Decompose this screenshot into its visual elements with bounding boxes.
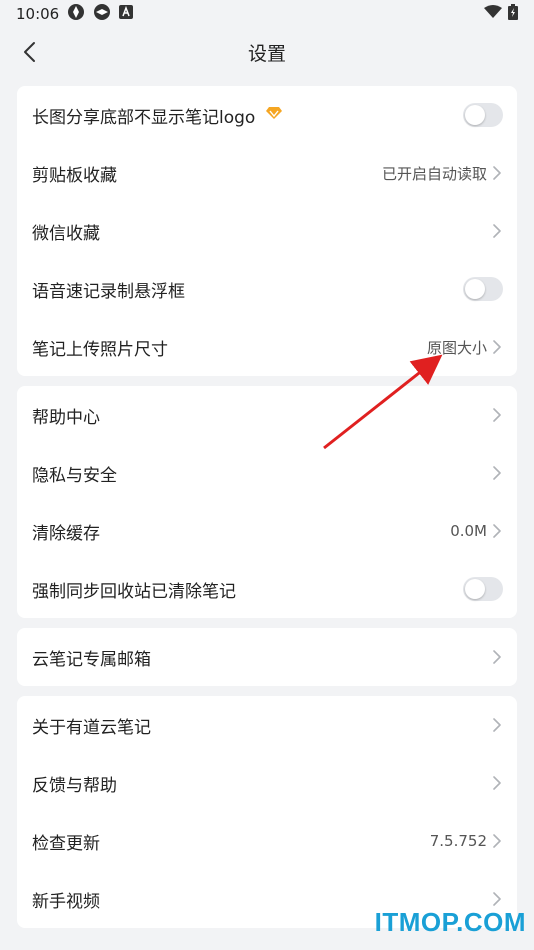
settings-row[interactable]: 语音速记录制悬浮框 [17,260,517,318]
chevron-right-icon [493,524,503,538]
settings-row[interactable]: 长图分享底部不显示笔记logo [17,86,517,144]
chevron-right-icon [493,340,503,354]
status-time: 10:06 [16,5,60,23]
settings-row-value: 原图大小 [426,338,487,357]
settings-row-label: 反馈与帮助 [32,775,117,796]
chevron-right-icon [493,650,503,664]
settings-row-label: 帮助中心 [32,407,100,428]
settings-row-label-wrap: 隐私与安全 [32,461,493,486]
toggle-knob [465,579,485,599]
font-notification-icon [119,5,134,23]
settings-row-label-wrap: 检查更新 [32,829,430,854]
settings-row-label: 语音速记录制悬浮框 [32,281,185,302]
settings-row-label-wrap: 帮助中心 [32,403,493,428]
settings-row-label-wrap: 强制同步回收站已清除笔记 [32,577,463,602]
toggle-knob [465,279,485,299]
settings-row-label: 长图分享底部不显示笔记logo [32,107,256,128]
settings-row[interactable]: 笔记上传照片尺寸 原图大小 [17,318,517,376]
settings-section: 云笔记专属邮箱 [17,628,517,686]
settings-row[interactable]: 帮助中心 [17,386,517,444]
settings-row-label-wrap: 清除缓存 [32,519,450,544]
settings-row-label: 强制同步回收站已清除笔记 [32,581,236,602]
settings-row[interactable]: 剪贴板收藏 已开启自动读取 [17,144,517,202]
app-notification-icon [67,3,85,25]
battery-icon [508,4,518,24]
chevron-right-icon [493,892,503,906]
settings-section: 长图分享底部不显示笔记logo 剪贴板收藏 已开启自动读取微信收藏语音速记录制悬浮框… [17,86,517,376]
watermark: ITMOP.COM [374,907,526,937]
app-notification-icon [93,3,111,25]
settings-row-label: 微信收藏 [32,223,100,244]
chevron-right-icon [493,408,503,422]
page-title: 设置 [247,42,286,65]
settings-row[interactable]: 强制同步回收站已清除笔记 [17,560,517,618]
settings-row-label-wrap: 微信收藏 [32,219,493,244]
settings-row[interactable]: 反馈与帮助 [17,754,517,812]
settings-row[interactable]: 云笔记专属邮箱 [17,628,517,686]
settings-row-label: 清除缓存 [32,523,100,544]
back-button[interactable] [14,38,44,66]
settings-section: 帮助中心隐私与安全清除缓存 0.0M 强制同步回收站已清除笔记 [17,386,517,618]
title-bar: 设置 [0,28,534,76]
chevron-right-icon [493,166,503,180]
chevron-left-icon [24,42,35,62]
settings-section: 关于有道云笔记 反馈与帮助检查更新 7.5.752 新手视频 [17,696,517,928]
settings-row-label-wrap: 反馈与帮助 [32,771,493,796]
settings-row-value: 0.0M [450,522,487,540]
chevron-right-icon [493,718,503,732]
settings-row-label-wrap: 剪贴板收藏 [32,161,382,186]
toggle-knob [465,105,485,125]
settings-row-value: 7.5.752 [429,832,487,850]
settings-row-label: 新手视频 [32,891,100,912]
settings-row-label: 笔记上传照片尺寸 [32,339,168,360]
toggle-switch[interactable] [463,103,503,127]
settings-row-label: 隐私与安全 [32,465,117,486]
wifi-icon [484,5,502,23]
settings-row-label-wrap: 笔记上传照片尺寸 [32,335,427,360]
settings-row[interactable]: 隐私与安全 [17,444,517,502]
settings-row-label: 检查更新 [32,833,100,854]
settings-row[interactable]: 微信收藏 [17,202,517,260]
settings-row[interactable]: 关于有道云笔记 [17,696,517,754]
chevron-right-icon [493,466,503,480]
settings-row-label-wrap: 长图分享底部不显示笔记logo [32,103,463,128]
chevron-right-icon [493,834,503,848]
chevron-right-icon [493,224,503,238]
settings-row-label: 关于有道云笔记 [32,717,151,738]
settings-row-label: 云笔记专属邮箱 [32,649,151,670]
settings-row[interactable]: 清除缓存 0.0M [17,502,517,560]
status-bar: 10:06 [0,0,534,28]
settings-row-value: 已开启自动读取 [381,164,487,183]
settings-row-label: 剪贴板收藏 [32,165,117,186]
toggle-switch[interactable] [463,277,503,301]
settings-row-label-wrap: 关于有道云笔记 [32,713,493,738]
settings-list: 长图分享底部不显示笔记logo 剪贴板收藏 已开启自动读取微信收藏语音速记录制悬浮框… [0,86,534,928]
toggle-switch[interactable] [463,577,503,601]
settings-row-label-wrap: 云笔记专属邮箱 [32,645,493,670]
settings-row[interactable]: 检查更新 7.5.752 [17,812,517,870]
chevron-right-icon [493,776,503,790]
vip-diamond-icon [265,105,283,125]
settings-row-label-wrap: 语音速记录制悬浮框 [32,277,463,302]
